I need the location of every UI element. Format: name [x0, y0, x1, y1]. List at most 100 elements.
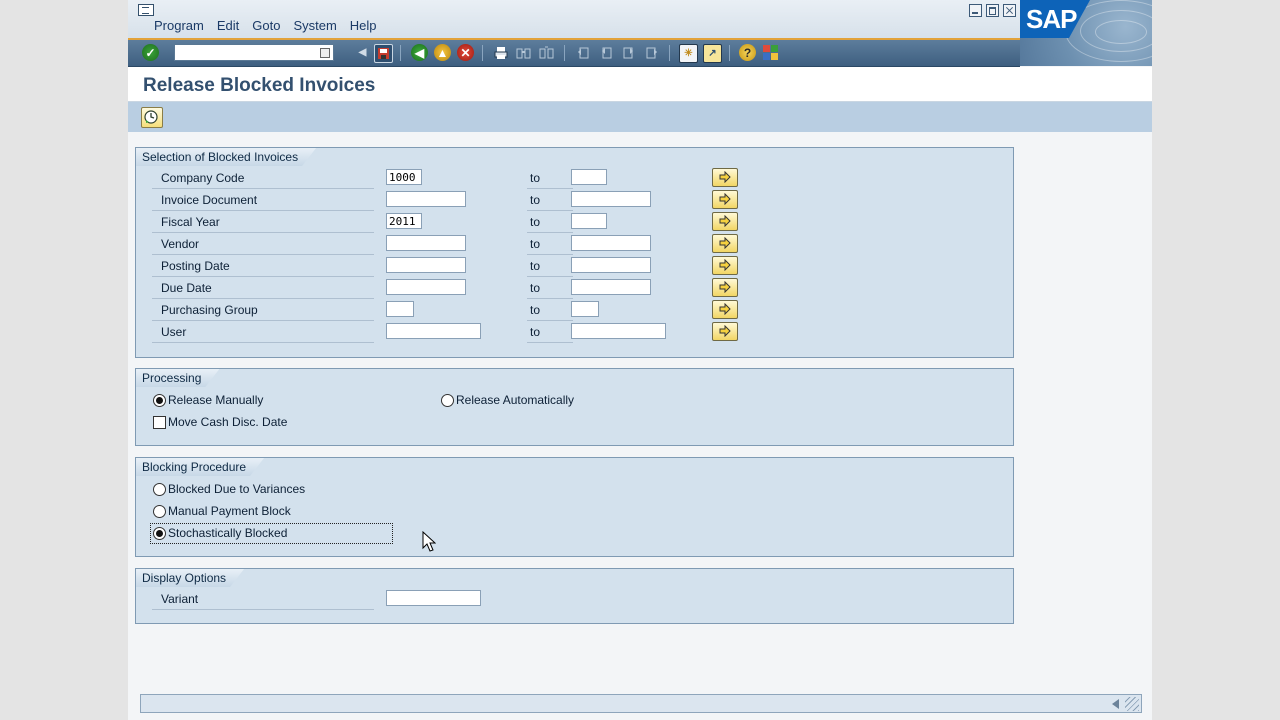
company-code-to-input[interactable] — [571, 169, 607, 185]
blocked-due-to-variances-radio[interactable] — [153, 483, 166, 496]
menu-toggle-icon[interactable] — [138, 4, 154, 16]
label-underline — [152, 320, 374, 321]
vendor-multiple-selection-button[interactable] — [712, 234, 738, 253]
field-label: Purchasing Group — [161, 303, 258, 317]
arrow-right-icon — [719, 237, 731, 249]
selection-group-title: Selection of Blocked Invoices — [136, 148, 316, 166]
check-icon[interactable]: ✓ — [142, 44, 159, 61]
maximize-icon[interactable] — [986, 4, 999, 17]
vendor-from-input[interactable] — [386, 235, 466, 251]
due-date-from-input[interactable] — [386, 279, 466, 295]
field-label: Posting Date — [161, 259, 230, 273]
selection-group: Selection of Blocked Invoices Company Co… — [135, 147, 1014, 358]
invoice-document-to-input[interactable] — [571, 191, 651, 207]
execute-clock-icon — [144, 110, 158, 124]
last-page-icon[interactable] — [643, 44, 660, 61]
release-manually-radio[interactable] — [153, 394, 166, 407]
row-user: User to — [152, 322, 1012, 344]
fiscal-year-multiple-selection-button[interactable] — [712, 212, 738, 231]
company-code-multiple-selection-button[interactable] — [712, 168, 738, 187]
posting-date-multiple-selection-button[interactable] — [712, 256, 738, 275]
to-underline — [527, 276, 573, 277]
release-automatically-label: Release Automatically — [456, 393, 575, 407]
find-next-icon[interactable] — [538, 44, 555, 61]
due-date-multiple-selection-button[interactable] — [712, 278, 738, 297]
label-underline — [152, 188, 374, 189]
collapse-icon[interactable]: ◀ — [354, 44, 371, 61]
field-label: Company Code — [161, 171, 245, 185]
to-label: to — [530, 259, 541, 273]
arrow-right-icon — [719, 325, 731, 337]
save-icon[interactable] — [374, 44, 393, 63]
to-label: to — [530, 281, 541, 295]
status-bar — [140, 694, 1142, 713]
user-to-input[interactable] — [571, 323, 666, 339]
arrow-right-icon — [719, 171, 731, 183]
processing-group-title: Processing — [136, 369, 219, 387]
vendor-to-input[interactable] — [571, 235, 651, 251]
posting-date-to-input[interactable] — [571, 257, 651, 273]
standard-toolbar: ✓ ◀ ◀ ▲ ✕ ✳ ↗ ? — [128, 40, 1020, 67]
purchasing-group-from-input[interactable] — [386, 301, 414, 317]
invoice-document-multiple-selection-button[interactable] — [712, 190, 738, 209]
row-due-date: Due Date to — [152, 278, 1012, 300]
status-expand-icon[interactable] — [1112, 699, 1119, 709]
print-icon[interactable] — [492, 44, 509, 61]
to-label: to — [530, 193, 541, 207]
cancel-icon[interactable]: ✕ — [457, 44, 474, 61]
variant-input[interactable] — [386, 590, 481, 606]
resize-grip-icon[interactable] — [1125, 697, 1139, 711]
manual-payment-block-radio[interactable] — [153, 505, 166, 518]
toolbar-separator — [729, 45, 730, 61]
exit-icon[interactable]: ▲ — [434, 44, 451, 61]
close-icon[interactable] — [1003, 4, 1016, 17]
execute-button[interactable] — [141, 107, 163, 128]
toolbar-separator — [400, 45, 401, 61]
create-session-icon[interactable]: ✳ — [679, 44, 698, 63]
menu-program[interactable]: Program — [154, 18, 204, 33]
menu-help[interactable]: Help — [350, 18, 377, 33]
stochastically-blocked-label: Stochastically Blocked — [168, 526, 288, 540]
company-code-from-input[interactable]: 1000 — [386, 169, 422, 185]
shortcut-icon[interactable]: ↗ — [703, 44, 722, 63]
arrow-right-icon — [719, 281, 731, 293]
manual-payment-block-label: Manual Payment Block — [168, 504, 291, 518]
layout-menu-icon[interactable] — [762, 44, 779, 61]
fiscal-year-to-input[interactable] — [571, 213, 607, 229]
previous-page-icon[interactable] — [597, 44, 614, 61]
processing-group: Processing Release Manually Release Auto… — [135, 368, 1014, 446]
find-icon[interactable] — [515, 44, 532, 61]
command-field[interactable] — [174, 44, 334, 61]
purchasing-group-multiple-selection-button[interactable] — [712, 300, 738, 319]
blocking-procedure-group-title: Blocking Procedure — [136, 458, 264, 476]
arrow-right-icon — [719, 303, 731, 315]
field-label: User — [161, 325, 187, 339]
stochastically-blocked-radio[interactable] — [153, 527, 166, 540]
command-history-icon[interactable] — [320, 48, 330, 58]
menu-system[interactable]: System — [293, 18, 336, 33]
release-automatically-radio[interactable] — [441, 394, 454, 407]
arrow-right-icon — [719, 193, 731, 205]
move-cash-disc-date-checkbox[interactable] — [153, 416, 166, 429]
blocked-due-to-variances-label: Blocked Due to Variances — [168, 482, 306, 496]
menu-edit[interactable]: Edit — [217, 18, 239, 33]
purchasing-group-to-input[interactable] — [571, 301, 599, 317]
user-multiple-selection-button[interactable] — [712, 322, 738, 341]
label-underline — [152, 210, 374, 211]
next-page-icon[interactable] — [620, 44, 637, 61]
display-options-group: Display Options Variant — [135, 568, 1014, 624]
user-from-input[interactable] — [386, 323, 481, 339]
invoice-document-from-input[interactable] — [386, 191, 466, 207]
due-date-to-input[interactable] — [571, 279, 651, 295]
release-manually-label: Release Manually — [168, 393, 264, 407]
menu-goto[interactable]: Goto — [252, 18, 280, 33]
first-page-icon[interactable] — [574, 44, 591, 61]
fiscal-year-from-input[interactable]: 2011 — [386, 213, 422, 229]
minimize-icon[interactable] — [969, 4, 982, 17]
label-underline — [152, 232, 374, 233]
posting-date-from-input[interactable] — [386, 257, 466, 273]
to-underline — [527, 232, 573, 233]
back-icon[interactable]: ◀ — [411, 44, 428, 61]
help-icon[interactable]: ? — [739, 44, 756, 61]
sap-window: Program Edit Goto System Help SAP ✓ ◀ ◀ … — [128, 0, 1152, 720]
